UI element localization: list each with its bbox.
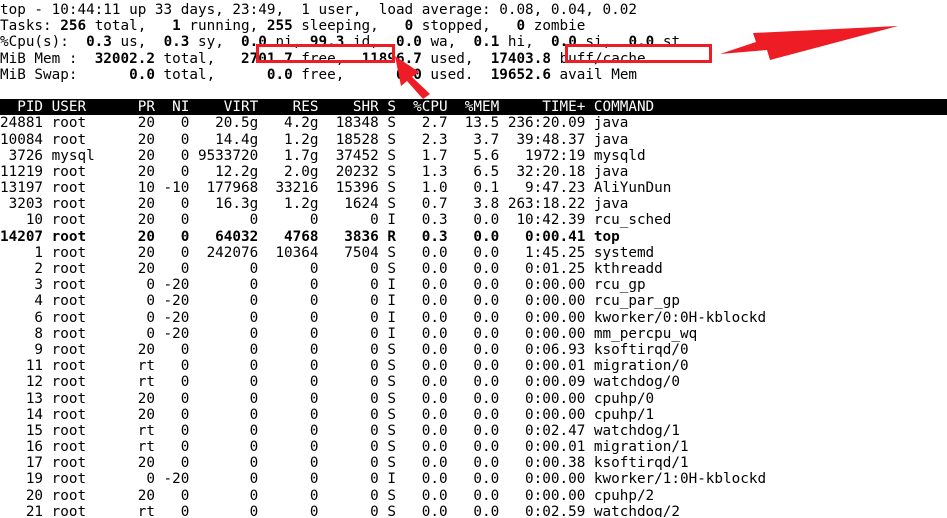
table-row: 3203 root 20 0 16.3g 1.2g 1624 S 0.7 3.8… xyxy=(0,196,629,213)
table-row: 3726 mysql 20 0 9533720 1.7g 37452 S 1.7… xyxy=(0,147,646,164)
process-table-header: PID USER PR NI VIRT RES SHR S %CPU %MEM … xyxy=(0,99,947,116)
table-row: 13197 root 10 -10 177968 33216 15396 S 1… xyxy=(0,180,672,197)
summary-line-uptime: top - 10:44:11 up 33 days, 23:49, 1 user… xyxy=(0,2,637,18)
top-terminal-screenshot: top - 10:44:11 up 33 days, 23:49, 1 user… xyxy=(0,0,947,518)
table-row: 12 root rt 0 0 0 0 S 0.0 0.0 0:00.09 wat… xyxy=(0,374,680,391)
table-row: 19 root 0 -20 0 0 0 I 0.0 0.0 0:00.00 kw… xyxy=(0,471,767,488)
summary-line-swap: MiB Swap: 0.0 total, 0.0 free, 0.0 used.… xyxy=(0,66,638,83)
table-row: 4 root 0 -20 0 0 0 I 0.0 0.0 0:00.00 rcu… xyxy=(0,293,680,310)
summary-line-mem: MiB Mem : 32002.2 total, 2701.7 free, 11… xyxy=(0,50,646,67)
table-row: 14 root 20 0 0 0 0 S 0.0 0.0 0:00.00 cpu… xyxy=(0,406,655,423)
table-row: 13 root 20 0 0 0 0 S 0.0 0.0 0:00.00 cpu… xyxy=(0,390,655,407)
table-row: 10 root 20 0 0 0 0 I 0.3 0.0 10:42.39 rc… xyxy=(0,212,672,229)
table-row: 14207 root 20 0 64032 4768 3836 R 0.3 0.… xyxy=(0,228,620,245)
table-row: 2 root 20 0 0 0 0 S 0.0 0.0 0:01.25 kthr… xyxy=(0,261,663,277)
summary-line-cpu: %Cpu(s): 0.3 us, 0.3 sy, 0.0 ni, 99.3 id… xyxy=(0,34,681,51)
table-row: 9 root 20 0 0 0 0 S 0.0 0.0 0:06.93 ksof… xyxy=(0,341,689,358)
table-row: 16 root rt 0 0 0 0 S 0.0 0.0 0:00.01 mig… xyxy=(0,439,689,456)
process-table-body: 24881 root 20 0 20.5g 4.2g 18348 S 2.7 1… xyxy=(0,115,947,518)
table-row: 11 root rt 0 0 0 0 S 0.0 0.0 0:00.01 mig… xyxy=(0,358,689,375)
table-row: 11219 root 20 0 12.2g 2.0g 20232 S 1.3 6… xyxy=(0,163,629,180)
blank-separator-line xyxy=(0,83,947,99)
terminal-output: top - 10:44:11 up 33 days, 23:49, 1 user… xyxy=(0,0,947,518)
table-row: 17 root 20 0 0 0 0 S 0.0 0.0 0:00.38 kso… xyxy=(0,455,689,472)
table-row: 21 root rt 0 0 0 0 S 0.0 0.0 0:02.59 wat… xyxy=(0,503,680,518)
table-row: 6 root 0 -20 0 0 0 I 0.0 0.0 0:00.00 kwo… xyxy=(0,309,767,326)
table-row: 24881 root 20 0 20.5g 4.2g 18348 S 2.7 1… xyxy=(0,115,629,132)
table-row: 15 root rt 0 0 0 0 S 0.0 0.0 0:02.47 wat… xyxy=(0,422,680,439)
table-row: 10084 root 20 0 14.4g 1.2g 18528 S 2.3 3… xyxy=(0,131,629,148)
table-row: 3 root 0 -20 0 0 0 I 0.0 0.0 0:00.00 rcu… xyxy=(0,277,646,294)
table-row: 1 root 20 0 242076 10364 7504 S 0.0 0.0 … xyxy=(0,244,655,261)
table-row: 20 root 20 0 0 0 0 S 0.0 0.0 0:00.00 cpu… xyxy=(0,487,655,504)
table-row: 8 root 0 -20 0 0 0 I 0.0 0.0 0:00.00 mm_… xyxy=(0,325,698,342)
summary-line-tasks: Tasks: 256 total, 1 running, 255 sleepin… xyxy=(0,18,586,35)
